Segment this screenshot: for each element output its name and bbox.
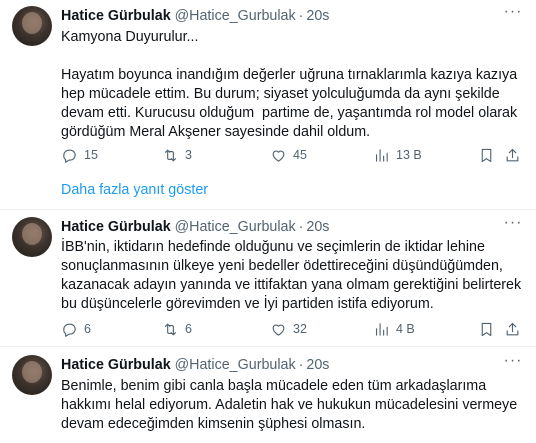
bookmark-button[interactable]	[478, 145, 495, 165]
views-button[interactable]: 13 B	[373, 145, 422, 165]
reply-button[interactable]: 15	[61, 145, 98, 165]
bookmark-button[interactable]	[478, 319, 495, 339]
separator-dot: ·	[298, 219, 304, 235]
tweet-header: Hatice Gürbulak @Hatice_Gurbulak · 20s	[61, 217, 329, 237]
author-name[interactable]: Hatice Gürbulak	[61, 357, 171, 373]
tweet-text: Benimle, benim gibi canla başla mücadele…	[61, 378, 518, 432]
separator-dot: ·	[298, 357, 304, 373]
author-name[interactable]: Hatice Gürbulak	[61, 219, 171, 235]
tweet-actions: 6 6 32 4 B	[61, 319, 523, 339]
separator-dot: ·	[298, 8, 304, 24]
views-icon	[375, 148, 388, 162]
more-icon[interactable]: ···	[502, 215, 524, 237]
divider	[0, 209, 536, 210]
bookmark-icon	[481, 148, 492, 162]
show-more-replies-link[interactable]: Daha fazla yanıt göster	[61, 181, 208, 199]
like-icon	[272, 150, 285, 162]
retweet-count: 3	[185, 148, 192, 162]
author-handle[interactable]: @Hatice_Gurbulak	[175, 8, 296, 24]
like-icon	[272, 324, 285, 336]
reply-count: 15	[84, 148, 98, 162]
more-icon[interactable]: ···	[502, 4, 524, 26]
avatar[interactable]	[12, 355, 52, 395]
timestamp[interactable]: 20s	[306, 8, 329, 24]
divider	[0, 346, 536, 347]
share-button[interactable]	[504, 319, 521, 339]
author-name[interactable]: Hatice Gürbulak	[61, 8, 171, 24]
retweet-icon	[164, 323, 177, 335]
timestamp[interactable]: 20s	[306, 357, 329, 373]
share-icon	[506, 322, 519, 335]
retweet-icon	[164, 149, 177, 161]
reply-count: 6	[84, 322, 91, 336]
views-button[interactable]: 4 B	[373, 319, 415, 339]
more-icon[interactable]: ···	[502, 353, 524, 375]
like-count: 45	[293, 148, 307, 162]
reply-button[interactable]: 6	[61, 319, 91, 339]
avatar[interactable]	[12, 6, 52, 46]
author-handle[interactable]: @Hatice_Gurbulak	[175, 357, 296, 373]
retweet-count: 6	[185, 322, 192, 336]
reply-icon	[63, 149, 76, 163]
timestamp[interactable]: 20s	[306, 219, 329, 235]
tweet-header: Hatice Gürbulak @Hatice_Gurbulak · 20s	[61, 355, 329, 375]
avatar[interactable]	[12, 217, 52, 257]
tweet-text: İBB'nin, iktidarın hedefinde olduğunu ve…	[61, 239, 522, 312]
bookmark-icon	[481, 322, 492, 336]
author-handle[interactable]: @Hatice_Gurbulak	[175, 219, 296, 235]
tweet-text: Kamyona Duyurulur... Hayatım boyunca ina…	[61, 29, 518, 140]
like-button[interactable]: 45	[270, 145, 307, 165]
retweet-button[interactable]: 3	[162, 145, 192, 165]
views-count: 13 B	[396, 148, 422, 162]
like-button[interactable]: 32	[270, 319, 307, 339]
share-icon	[506, 148, 519, 161]
like-count: 32	[293, 322, 307, 336]
tweet-actions: 15 3 45 13 B	[61, 145, 523, 165]
retweet-button[interactable]: 6	[162, 319, 192, 339]
tweet-header: Hatice Gürbulak @Hatice_Gurbulak · 20s	[61, 6, 329, 26]
reply-icon	[63, 323, 76, 337]
views-count: 4 B	[396, 322, 415, 336]
share-button[interactable]	[504, 145, 521, 165]
views-icon	[375, 322, 388, 336]
